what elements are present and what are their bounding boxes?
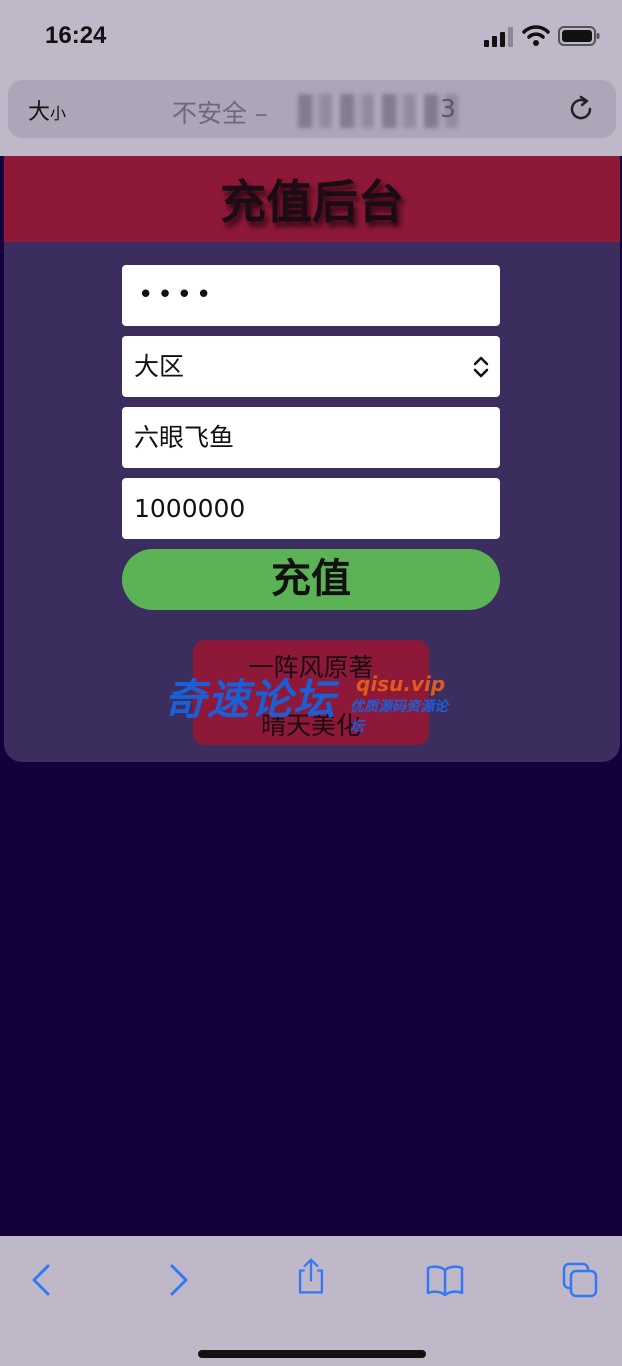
browser-toolbar xyxy=(0,1236,622,1366)
credit-beautifier: 晴天美化 xyxy=(260,711,361,740)
url-tail: 3 xyxy=(440,94,456,123)
credit-author: 一阵风原著 xyxy=(248,653,374,682)
text-size-button[interactable]: 大小 xyxy=(28,94,78,126)
password-field[interactable]: •••• xyxy=(122,265,500,326)
recharge-button[interactable]: 充值 xyxy=(122,549,500,610)
text-size-label-big: 大 xyxy=(28,100,51,125)
text-size-label-small: 小 xyxy=(50,104,67,123)
amount-value: 1000000 xyxy=(134,494,246,523)
home-indicator xyxy=(198,1350,426,1358)
chevron-updown-icon xyxy=(473,356,489,378)
browser-address-area: 大小 不安全 – 3 xyxy=(0,76,622,156)
chevron-right-icon[interactable] xyxy=(158,1260,198,1300)
status-bar: 16:24 xyxy=(0,0,622,76)
url-security-label: 不安全 – xyxy=(172,99,268,128)
region-select[interactable]: 大区 xyxy=(122,336,500,397)
signal-icon xyxy=(484,27,513,47)
region-select-value: 大区 xyxy=(134,352,185,381)
credit-box: 一阵风原著 晴天美化 xyxy=(193,640,429,745)
recharge-panel: 充值后台 •••• 大区 六眼飞鱼 1000000 充值 一阵风原著 晴天美化 xyxy=(4,156,620,762)
status-time: 16:24 xyxy=(45,22,107,49)
tabs-icon[interactable] xyxy=(560,1260,600,1300)
battery-icon xyxy=(558,26,600,46)
wifi-icon xyxy=(522,25,550,46)
book-icon[interactable] xyxy=(425,1260,465,1300)
password-value: •••• xyxy=(138,280,216,310)
url-blurred-domain xyxy=(298,94,458,128)
url-text: 不安全 – xyxy=(172,94,267,130)
address-bar[interactable]: 大小 不安全 – 3 xyxy=(8,80,616,138)
page-header: 充值后台 xyxy=(4,156,620,242)
role-name-field[interactable]: 六眼飞鱼 xyxy=(122,407,500,468)
share-icon[interactable] xyxy=(291,1256,331,1296)
role-name-value: 六眼飞鱼 xyxy=(134,423,235,452)
reload-icon[interactable] xyxy=(566,94,596,124)
amount-field[interactable]: 1000000 xyxy=(122,478,500,539)
chevron-left-icon[interactable] xyxy=(22,1260,62,1300)
page-title: 充值后台 xyxy=(220,175,404,229)
